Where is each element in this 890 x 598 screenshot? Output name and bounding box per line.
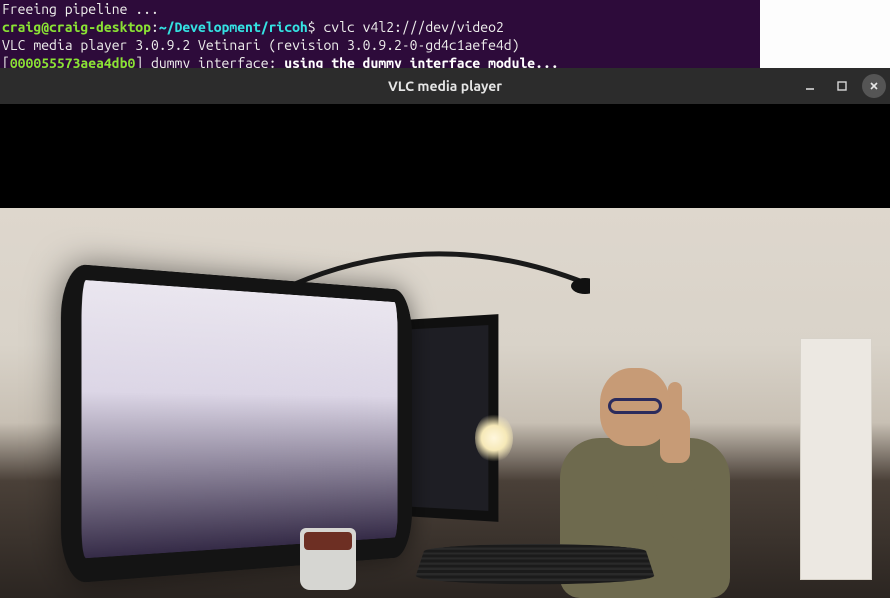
terminal-window[interactable]: Freeing pipeline ... craig@craig-desktop…	[0, 0, 760, 68]
terminal-line-3: VLC media player 3.0.9.2 Vetinari (revis…	[2, 37, 519, 53]
minimize-button[interactable]	[798, 74, 822, 98]
maximize-button[interactable]	[830, 74, 854, 98]
scene-monitor-left	[61, 263, 412, 584]
terminal-prompt-userhost: craig@craig-desktop	[2, 19, 151, 35]
window-controls	[798, 68, 886, 104]
close-icon	[868, 80, 880, 92]
scene-lamp	[475, 413, 513, 463]
terminal-command: cvlc v4l2:///dev/video2	[323, 19, 503, 35]
close-button[interactable]	[862, 74, 886, 98]
vlc-title: VLC media player	[388, 78, 502, 94]
vlc-titlebar[interactable]: VLC media player	[0, 68, 890, 104]
maximize-icon	[836, 80, 848, 92]
vlc-video-area[interactable]	[0, 104, 890, 598]
terminal-prompt-end: $	[308, 19, 324, 35]
video-frame	[0, 208, 890, 598]
terminal-line-1: Freeing pipeline ...	[2, 1, 159, 17]
terminal-prompt-sep: :	[151, 19, 159, 35]
terminal-prompt-cwd: ~/Development/ricoh	[159, 19, 308, 35]
scene-keyboard	[413, 544, 657, 584]
minimize-icon	[804, 80, 816, 92]
scene-mug	[300, 528, 356, 590]
scene-door	[800, 338, 872, 580]
